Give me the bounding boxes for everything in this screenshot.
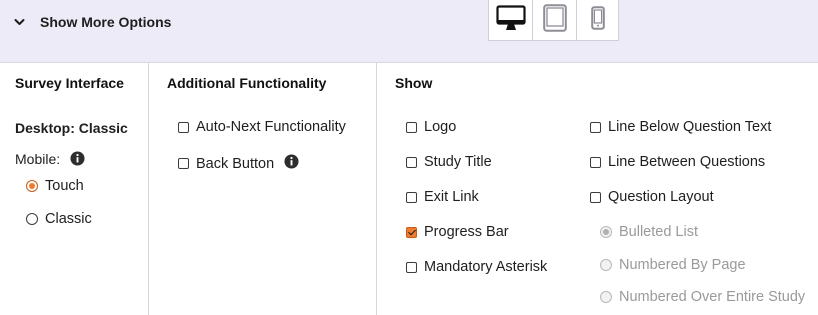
exit-link-box[interactable] — [406, 191, 417, 203]
logo-box[interactable] — [406, 121, 417, 133]
survey-interface-column: Survey Interface Desktop: Classic Mobile… — [0, 63, 149, 315]
info-icon[interactable] — [70, 151, 85, 169]
numbered-by-page-label: Numbered By Page — [619, 257, 746, 273]
desktop-view-button[interactable] — [489, 0, 533, 40]
line-below-question-checkbox[interactable]: Line Below Question Text — [590, 119, 771, 135]
bulleted-list-label: Bulleted List — [619, 224, 698, 240]
back-button-label: Back Button — [196, 155, 275, 172]
back-button-box[interactable] — [178, 158, 189, 169]
study-title-checkbox[interactable]: Study Title — [406, 154, 492, 170]
mobile-classic-label: Classic — [45, 211, 92, 227]
auto-next-box[interactable] — [178, 121, 189, 133]
info-icon[interactable] — [284, 154, 299, 173]
line-between-questions-label: Line Between Questions — [608, 154, 766, 170]
show-more-options-toggle[interactable]: Show More Options — [14, 13, 171, 31]
progress-bar-label: Progress Bar — [424, 224, 509, 240]
additional-functionality-column: Additional Functionality Auto-Next Funct… — [149, 63, 377, 315]
mobile-interface-row: Mobile: — [15, 151, 85, 169]
tablet-view-button[interactable] — [533, 0, 577, 40]
mandatory-asterisk-label: Mandatory Asterisk — [424, 259, 548, 275]
back-button-checkbox[interactable]: Back Button — [178, 154, 299, 173]
additional-functionality-heading: Additional Functionality — [167, 75, 327, 91]
line-below-question-label: Line Below Question Text — [608, 119, 772, 135]
desktop-icon — [495, 4, 526, 36]
radio-bulleted-list[interactable] — [600, 226, 612, 238]
mandatory-asterisk-box[interactable] — [406, 261, 417, 273]
options-header-bar: Show More Options — [0, 0, 818, 63]
mandatory-asterisk-checkbox[interactable]: Mandatory Asterisk — [406, 259, 547, 275]
progress-bar-checkbox[interactable]: Progress Bar — [406, 224, 509, 240]
auto-next-label: Auto-Next Functionality — [196, 119, 346, 135]
exit-link-checkbox[interactable]: Exit Link — [406, 189, 479, 205]
radio-numbered-over-study[interactable] — [600, 291, 612, 303]
desktop-interface-label: Desktop: Classic — [15, 120, 128, 136]
mobile-view-button[interactable] — [577, 0, 618, 40]
question-layout-box[interactable] — [590, 191, 601, 203]
mobile-touch-label: Touch — [45, 178, 84, 194]
mobile-phone-icon — [590, 5, 605, 35]
mobile-interface-label: Mobile: — [15, 151, 61, 167]
radio-touch[interactable] — [26, 180, 38, 192]
radio-numbered-by-page[interactable] — [600, 259, 612, 271]
tablet-icon — [542, 3, 567, 37]
auto-next-checkbox[interactable]: Auto-Next Functionality — [178, 119, 346, 135]
show-more-options-label: Show More Options — [40, 14, 172, 30]
study-title-box[interactable] — [406, 156, 417, 168]
logo-checkbox[interactable]: Logo — [406, 119, 456, 135]
mobile-touch-radio[interactable]: Touch — [26, 178, 84, 194]
bulleted-list-radio[interactable]: Bulleted List — [600, 224, 698, 240]
logo-label: Logo — [424, 119, 457, 135]
mobile-classic-radio[interactable]: Classic — [26, 211, 92, 227]
radio-classic[interactable] — [26, 213, 38, 225]
exit-link-label: Exit Link — [424, 189, 479, 205]
numbered-over-study-radio[interactable]: Numbered Over Entire Study — [600, 289, 805, 305]
line-below-question-box[interactable] — [590, 121, 601, 133]
progress-bar-box[interactable] — [406, 226, 417, 238]
numbered-over-study-label: Numbered Over Entire Study — [619, 289, 806, 305]
chevron-down-icon — [14, 13, 25, 31]
show-heading: Show — [395, 75, 433, 91]
show-column: Show Logo Study Title Exit Link Progress… — [377, 63, 818, 315]
device-preview-switcher — [488, 0, 619, 41]
survey-interface-heading: Survey Interface — [15, 75, 124, 91]
numbered-by-page-radio[interactable]: Numbered By Page — [600, 257, 746, 273]
question-layout-checkbox[interactable]: Question Layout — [590, 189, 714, 205]
line-between-questions-box[interactable] — [590, 156, 601, 168]
study-title-label: Study Title — [424, 154, 492, 170]
line-between-questions-checkbox[interactable]: Line Between Questions — [590, 154, 765, 170]
question-layout-label: Question Layout — [608, 189, 714, 205]
